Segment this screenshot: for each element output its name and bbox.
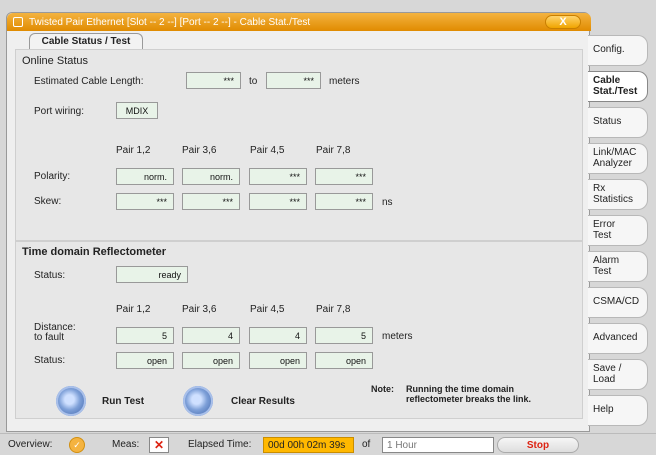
distance-pair-1: 5: [116, 327, 174, 344]
side-tab-link-mac-analyzer[interactable]: Link/MAC Analyzer: [588, 143, 648, 174]
skew-label: Skew:: [34, 196, 62, 207]
polarity-pair-1: norm.: [116, 168, 174, 185]
tdr-pair-header-1: Pair 1,2: [116, 304, 151, 315]
duration-input[interactable]: 1 Hour: [382, 437, 494, 453]
elapsed-time-value: 00d 00h 02m 39s: [263, 437, 354, 453]
pair-status-4: open: [315, 352, 373, 369]
distance-pair-4: 5: [315, 327, 373, 344]
skew-pair-3: ***: [249, 193, 307, 210]
side-tab-config[interactable]: Config.: [588, 35, 648, 66]
distance-pair-2: 4: [182, 327, 240, 344]
pair-status-1: open: [116, 352, 174, 369]
note-text: Running the time domain reflectometer br…: [406, 384, 532, 405]
side-tab-error-test[interactable]: Error Test: [588, 215, 648, 246]
window-title: Twisted Pair Ethernet [Slot -- 2 --] [Po…: [29, 16, 311, 28]
distance-unit: meters: [382, 331, 413, 342]
tdr-status-label: Status:: [34, 270, 66, 281]
pair-header-2: Pair 3,6: [182, 145, 217, 156]
estimated-length-label: Estimated Cable Length:: [34, 76, 144, 87]
port-wiring-value: MDIX: [116, 102, 158, 119]
title-bar: Twisted Pair Ethernet [Slot -- 2 --] [Po…: [7, 13, 591, 31]
side-tab-save-load[interactable]: Save / Load: [588, 359, 648, 390]
meas-label: Meas:: [112, 439, 140, 450]
overview-label: Overview:: [8, 439, 53, 450]
pair-status-3: open: [249, 352, 307, 369]
run-test-label[interactable]: Run Test: [102, 396, 144, 407]
stop-button[interactable]: Stop: [497, 437, 579, 453]
window-icon: [13, 17, 23, 27]
estimated-length-to: ***: [266, 72, 321, 89]
clear-results-label[interactable]: Clear Results: [231, 396, 295, 407]
tdr-status-value: ready: [116, 266, 188, 283]
pair-header-3: Pair 4,5: [250, 145, 285, 156]
pair-status-label: Status:: [34, 355, 66, 366]
run-test-button[interactable]: [56, 386, 86, 416]
distance-to-fault-label: Distance: to fault: [34, 322, 76, 343]
of-label: of: [362, 439, 371, 450]
side-tab-help[interactable]: Help: [588, 395, 648, 426]
estimated-length-to-label: to: [249, 76, 258, 87]
elapsed-label: Elapsed Time:: [188, 439, 252, 450]
side-tab-alarm-test[interactable]: Alarm Test: [588, 251, 648, 282]
skew-pair-1: ***: [116, 193, 174, 210]
close-button[interactable]: X: [545, 15, 581, 29]
status-bar: Overview: ✓ Meas: ✕ Elapsed Time: 00d 00…: [0, 433, 656, 455]
cable-test-window: Twisted Pair Ethernet [Slot -- 2 --] [Po…: [6, 12, 591, 432]
polarity-pair-3: ***: [249, 168, 307, 185]
side-tab-csma-cd[interactable]: CSMA/CD: [588, 287, 648, 318]
pair-header-4: Pair 7,8: [316, 145, 351, 156]
distance-pair-3: 4: [249, 327, 307, 344]
overview-check-icon[interactable]: ✓: [69, 437, 85, 453]
tdr-pair-header-3: Pair 4,5: [250, 304, 285, 315]
meas-stop-icon[interactable]: ✕: [149, 437, 169, 453]
online-status-panel: Online Status Estimated Cable Length: **…: [15, 49, 583, 241]
side-tab-rx-statistics[interactable]: Rx Statistics: [588, 179, 648, 210]
estimated-length-from: ***: [186, 72, 241, 89]
polarity-pair-2: norm.: [182, 168, 240, 185]
tdr-title: Time domain Reflectometer: [22, 246, 167, 258]
side-tab-status[interactable]: Status: [588, 107, 648, 138]
side-tab-advanced[interactable]: Advanced: [588, 323, 648, 354]
skew-unit: ns: [382, 197, 393, 208]
tdr-pair-header-2: Pair 3,6: [182, 304, 217, 315]
pair-header-1: Pair 1,2: [116, 145, 151, 156]
skew-pair-2: ***: [182, 193, 240, 210]
polarity-label: Polarity:: [34, 171, 71, 182]
tdr-panel: Time domain Reflectometer Status: ready …: [15, 241, 583, 419]
clear-results-button[interactable]: [183, 386, 213, 416]
tdr-pair-header-4: Pair 7,8: [316, 304, 351, 315]
estimated-length-unit: meters: [329, 76, 360, 87]
port-wiring-label: Port wiring:: [34, 106, 85, 117]
tab-cable-status-test[interactable]: Cable Status / Test: [29, 33, 143, 49]
polarity-pair-4: ***: [315, 168, 373, 185]
note-label: Note:: [371, 384, 394, 394]
side-tab-cable-stat-test[interactable]: Cable Stat./Test: [588, 71, 648, 102]
pair-status-2: open: [182, 352, 240, 369]
online-status-title: Online Status: [22, 55, 89, 67]
skew-pair-4: ***: [315, 193, 373, 210]
